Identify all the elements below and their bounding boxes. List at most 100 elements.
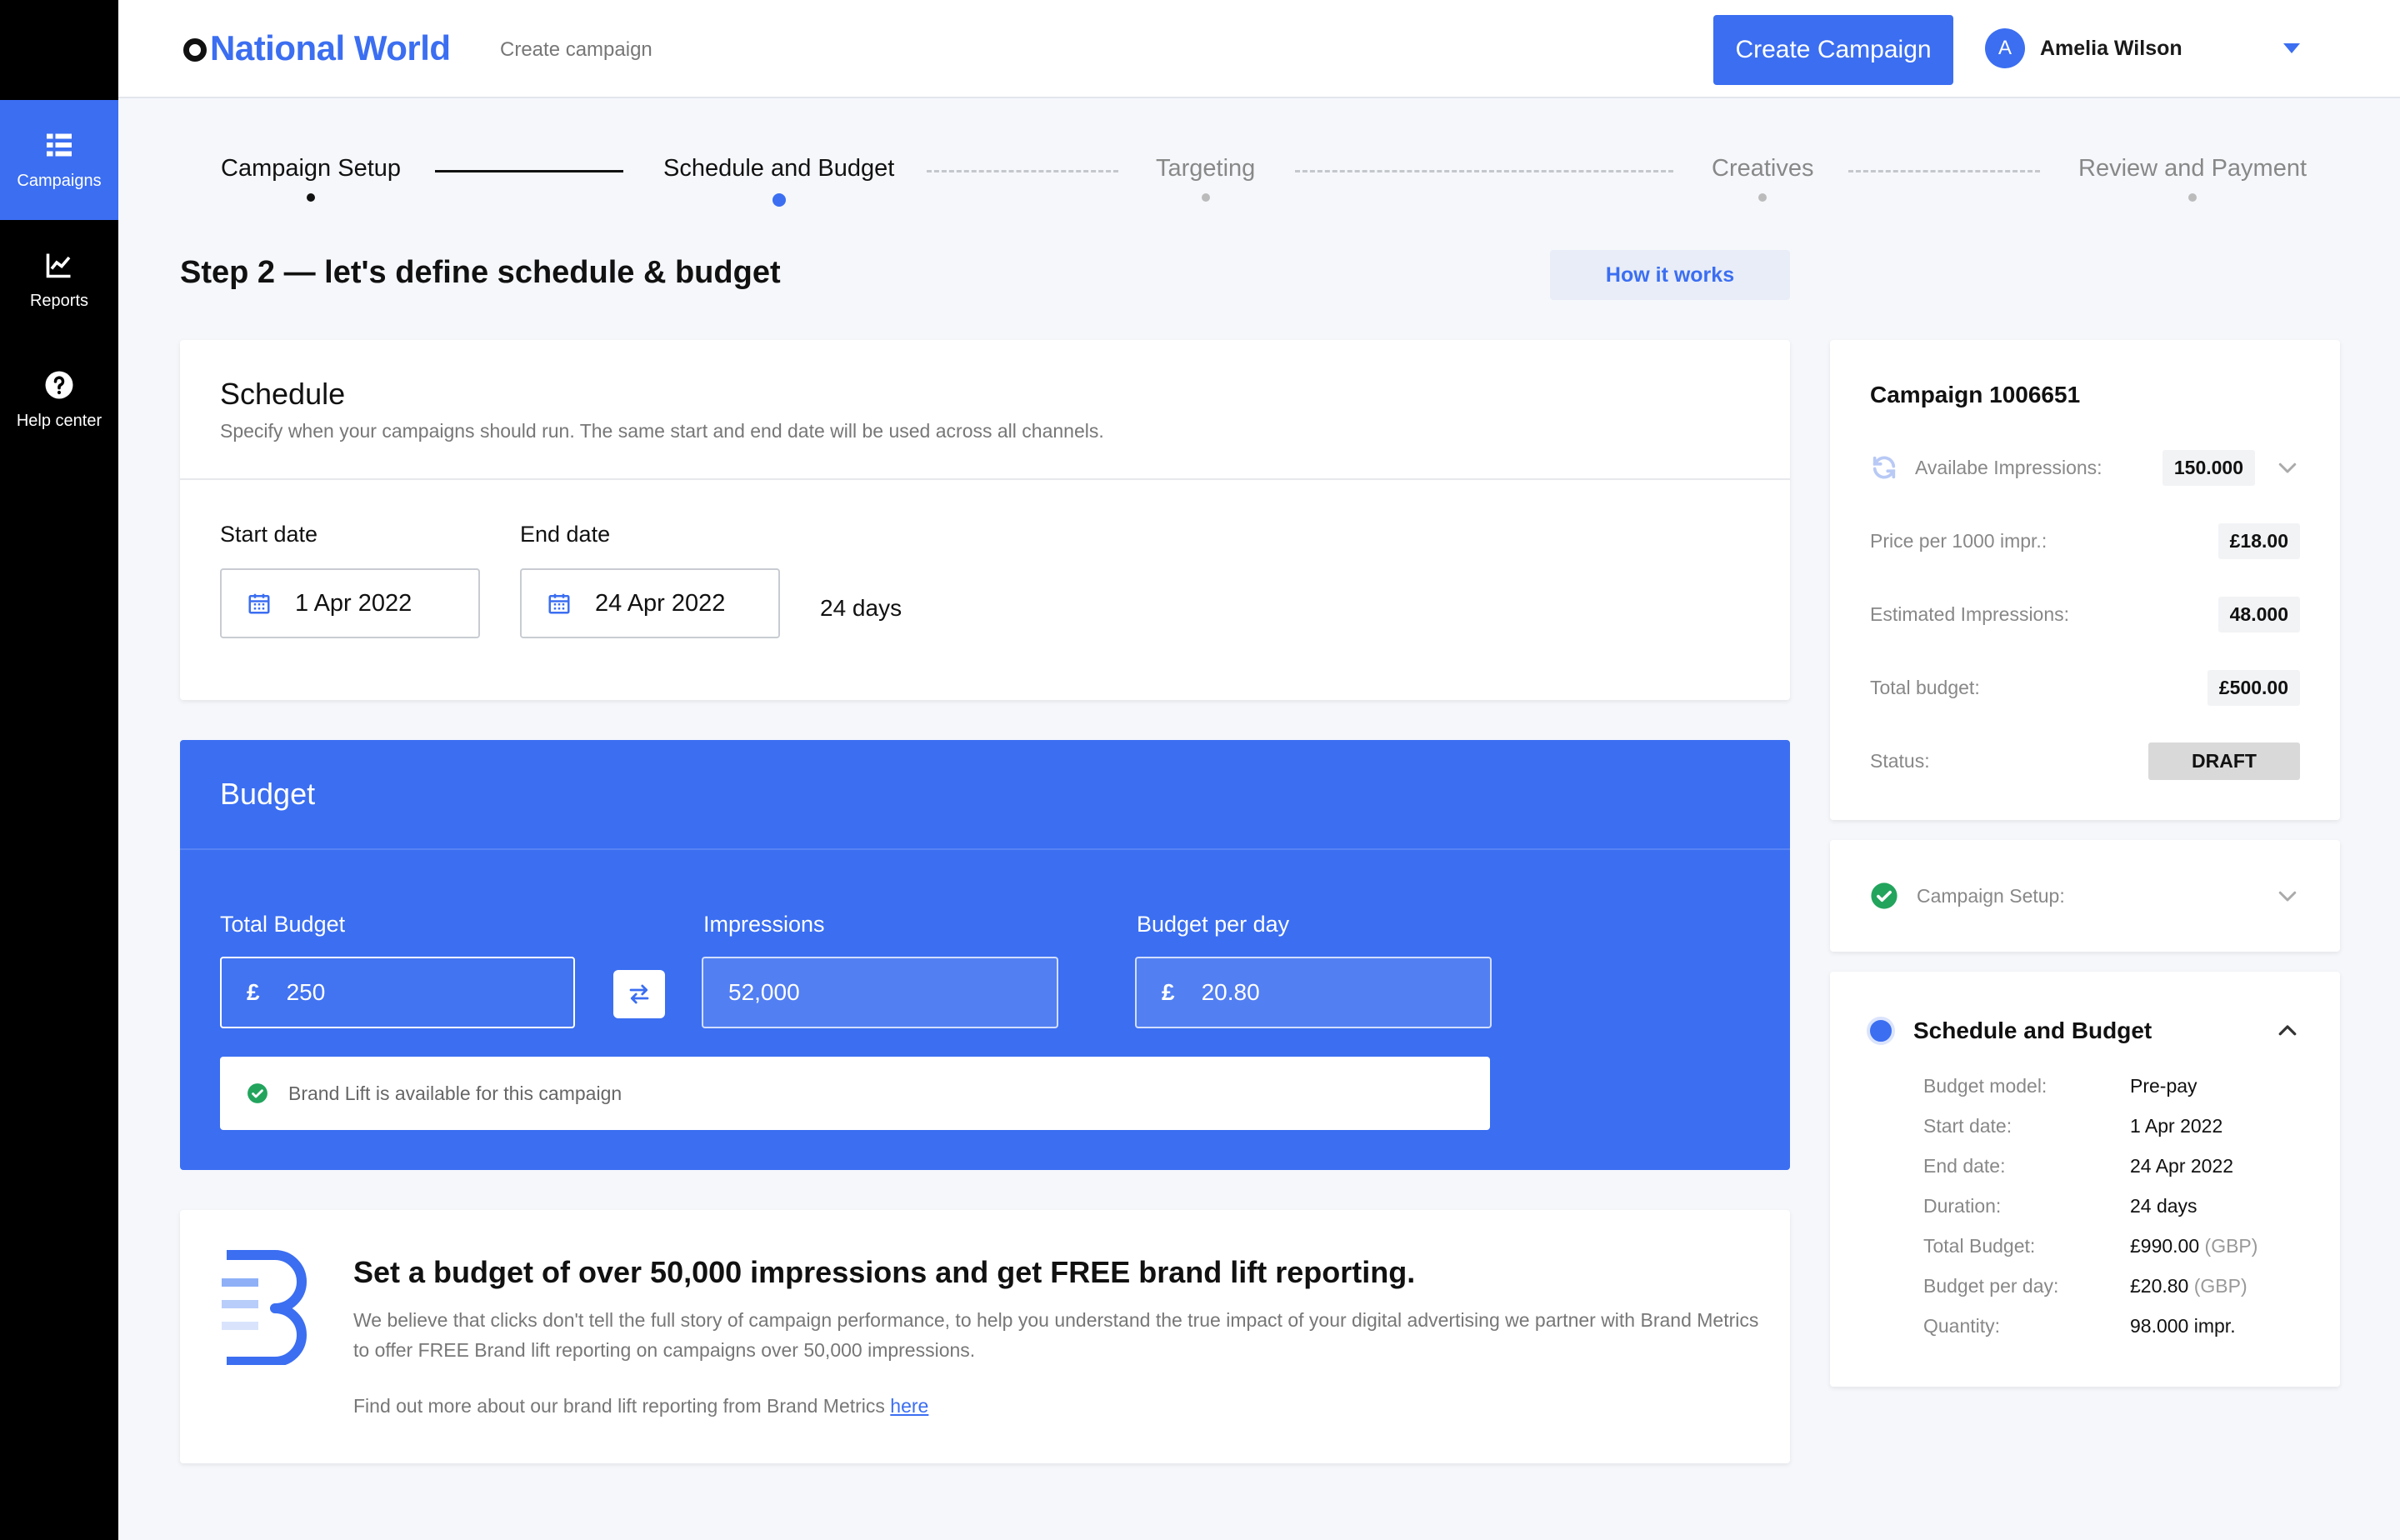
summary-label: Status: bbox=[1870, 749, 1930, 772]
step-active-dot bbox=[1867, 1017, 1895, 1045]
calendar-icon bbox=[548, 593, 570, 614]
detail-value: 24 Apr 2022 bbox=[2130, 1155, 2233, 1178]
detail-value-text: £990.00 bbox=[2130, 1235, 2200, 1257]
calendar-icon bbox=[248, 593, 270, 614]
summary-value: 48.000 bbox=[2218, 596, 2300, 632]
step-label: Targeting bbox=[1156, 155, 1256, 182]
promo-title: Set a budget of over 50,000 impressions … bbox=[353, 1255, 1416, 1289]
campaign-id-title: Campaign 1006651 bbox=[1870, 382, 2081, 408]
step-dot bbox=[1201, 193, 1210, 202]
detail-label: Duration: bbox=[1923, 1195, 2002, 1217]
step-label: Review and Payment bbox=[2078, 155, 2308, 182]
schedule-budget-title: Schedule and Budget bbox=[1913, 1018, 2152, 1043]
step-targeting[interactable]: Targeting bbox=[1156, 155, 1256, 202]
start-date-label: Start date bbox=[220, 522, 318, 547]
schedule-title: Schedule bbox=[220, 377, 346, 411]
user-name: Amelia Wilson bbox=[2040, 36, 2182, 60]
detail-value: 24 days bbox=[2130, 1195, 2198, 1218]
schedule-subtitle: Specify when your campaigns should run. … bbox=[220, 420, 1104, 442]
divider bbox=[180, 478, 1790, 480]
detail-label: Total Budget: bbox=[1923, 1235, 2036, 1257]
impressions-input[interactable]: 52,000 bbox=[702, 957, 1058, 1028]
brand-metrics-logo-icon bbox=[222, 1250, 307, 1365]
help-circle-icon bbox=[45, 371, 73, 398]
detail-row: Total Budget: £990.00 (GBP) bbox=[1923, 1235, 2258, 1258]
detail-unit: (GBP) bbox=[2204, 1235, 2258, 1257]
step-review-and-payment[interactable]: Review and Payment bbox=[2078, 155, 2308, 202]
summary-label: Availabe Impressions: bbox=[1915, 456, 2102, 478]
sidebar-item-label: Reports bbox=[29, 291, 89, 310]
user-menu[interactable]: A Amelia Wilson bbox=[1985, 28, 2182, 68]
detail-label: End date: bbox=[1923, 1155, 2006, 1177]
step-label: Creatives bbox=[1712, 155, 1814, 182]
detail-value-text: Pre-pay bbox=[2130, 1075, 2198, 1097]
chevron-down-icon[interactable] bbox=[2275, 883, 2300, 908]
schedule-budget-panel: Schedule and Budget Budget model: Pre-pay… bbox=[1830, 972, 2340, 1387]
sidebar: Campaigns Reports Help center bbox=[0, 0, 118, 1540]
detail-row: Budget per day: £20.80 (GBP) bbox=[1923, 1275, 2248, 1298]
logo-text: National World bbox=[210, 28, 451, 68]
brand-lift-text: Brand Lift is available for this campaig… bbox=[288, 1082, 622, 1104]
step-schedule-and-budget[interactable]: Schedule and Budget bbox=[663, 155, 895, 207]
check-circle-icon bbox=[248, 1083, 268, 1103]
detail-value: £990.00 (GBP) bbox=[2130, 1235, 2258, 1258]
detail-label: Budget per day: bbox=[1923, 1275, 2059, 1297]
start-date-value: 1 Apr 2022 bbox=[295, 589, 412, 617]
budget-title: Budget bbox=[220, 777, 316, 811]
detail-value: Pre-pay bbox=[2130, 1075, 2198, 1098]
status-badge: DRAFT bbox=[2148, 742, 2300, 780]
check-circle-icon bbox=[1871, 882, 1898, 909]
step-label: Schedule and Budget bbox=[663, 155, 895, 182]
detail-value-text: 24 days bbox=[2130, 1195, 2198, 1217]
step-campaign-setup[interactable]: Campaign Setup bbox=[221, 155, 401, 202]
start-date-field[interactable]: 1 Apr 2022 bbox=[220, 568, 480, 638]
detail-value-text: 24 Apr 2022 bbox=[2130, 1155, 2234, 1177]
how-it-works-button[interactable]: How it works bbox=[1550, 250, 1790, 300]
summary-label: Estimated Impressions: bbox=[1870, 602, 2070, 625]
sidebar-item-reports[interactable]: Reports bbox=[0, 220, 118, 340]
chevron-up-icon[interactable] bbox=[2275, 1018, 2300, 1043]
divider bbox=[180, 848, 1790, 850]
avatar: A bbox=[1985, 28, 2025, 68]
currency-symbol: £ bbox=[1162, 979, 1175, 1005]
detail-value-text: £20.80 bbox=[2130, 1275, 2189, 1297]
end-date-field[interactable]: 24 Apr 2022 bbox=[520, 568, 780, 638]
step-connector bbox=[1295, 170, 1673, 172]
national-world-logo[interactable]: National World bbox=[183, 28, 451, 68]
end-date-label: End date bbox=[520, 522, 611, 547]
chevron-down-icon[interactable] bbox=[2275, 455, 2300, 480]
total-budget-input[interactable]: £ 250 bbox=[220, 957, 575, 1028]
detail-row: Budget model: Pre-pay bbox=[1923, 1075, 2198, 1098]
step-dot bbox=[1758, 193, 1768, 202]
step-connector bbox=[927, 170, 1118, 172]
detail-label: Start date: bbox=[1923, 1115, 2012, 1137]
create-campaign-button[interactable]: Create Campaign bbox=[1713, 15, 1953, 85]
detail-value-text: 98.000 impr. bbox=[2130, 1315, 2236, 1337]
schedule-budget-header[interactable]: Schedule and Budget bbox=[1867, 1012, 2300, 1050]
campaign-setup-panel[interactable]: Campaign Setup: bbox=[1830, 840, 2340, 952]
summary-row-available-impressions: Availabe Impressions: 150.000 bbox=[1870, 448, 2300, 487]
budget-per-day-input[interactable]: £ 20.80 bbox=[1135, 957, 1492, 1028]
sidebar-item-campaigns[interactable]: Campaigns bbox=[0, 100, 118, 220]
summary-value: £500.00 bbox=[2207, 669, 2300, 706]
budget-per-day-label: Budget per day bbox=[1137, 912, 1290, 937]
promo-more-text: Find out more about our brand lift repor… bbox=[353, 1395, 928, 1418]
brand-metrics-link[interactable]: here bbox=[890, 1395, 928, 1417]
detail-label: Quantity: bbox=[1923, 1315, 2001, 1337]
schedule-card: Schedule Specify when your campaigns sho… bbox=[180, 340, 1790, 700]
swap-button[interactable] bbox=[613, 970, 665, 1018]
refresh-icon[interactable] bbox=[1870, 453, 1898, 482]
summary-row-estimated-impressions: Estimated Impressions: 48.000 bbox=[1870, 595, 2300, 633]
detail-label: Budget model: bbox=[1923, 1075, 2048, 1097]
duration-text: 24 days bbox=[820, 595, 902, 621]
detail-row: Quantity: 98.000 impr. bbox=[1923, 1315, 2236, 1338]
chevron-down-icon[interactable] bbox=[2283, 43, 2300, 53]
step-creatives[interactable]: Creatives bbox=[1712, 155, 1814, 202]
summary-label: Price per 1000 impr.: bbox=[1870, 529, 2048, 552]
summary-row-total-budget: Total budget: £500.00 bbox=[1870, 668, 2300, 707]
sidebar-item-help-center[interactable]: Help center bbox=[0, 340, 118, 460]
page-title: Step 2 — let's define schedule & budget bbox=[180, 255, 781, 290]
impressions-label: Impressions bbox=[703, 912, 825, 937]
step-dot bbox=[2188, 193, 2198, 202]
currency-symbol: £ bbox=[247, 979, 260, 1005]
